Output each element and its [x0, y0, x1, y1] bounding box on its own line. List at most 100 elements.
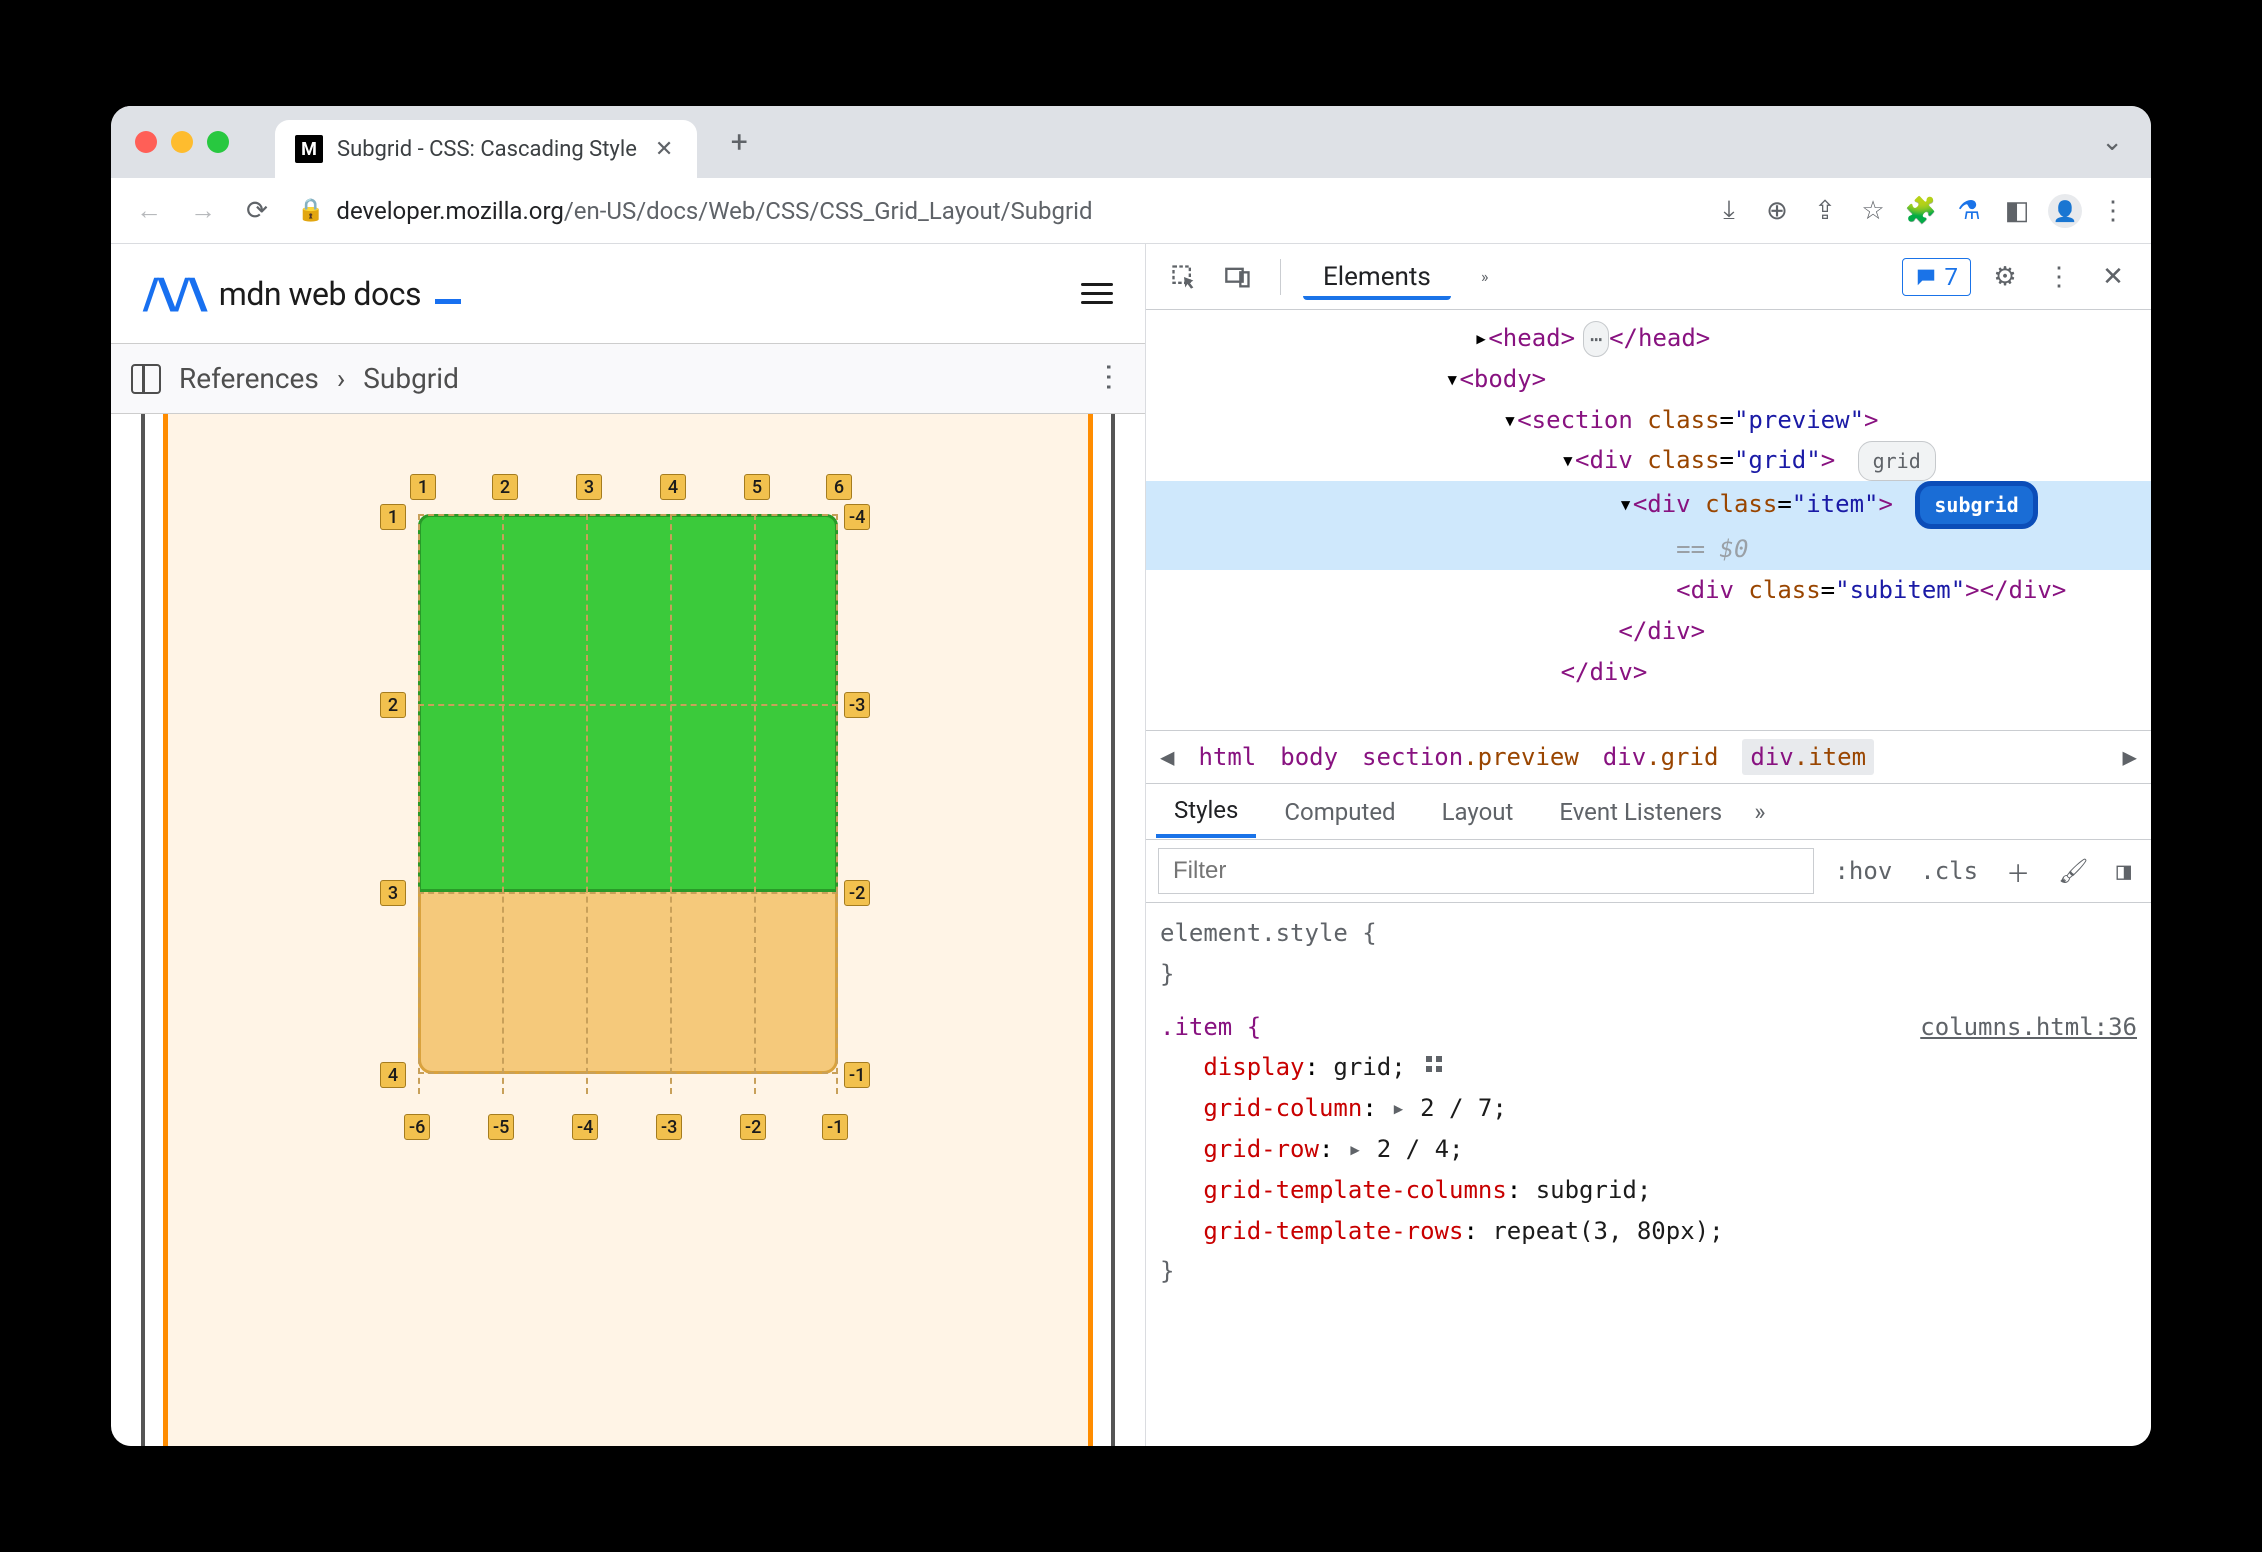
crumb-body[interactable]: body [1280, 743, 1338, 771]
share-icon[interactable]: ⇪ [1803, 189, 1847, 233]
url-text: developer.mozilla.org/en-US/docs/Web/CSS… [336, 197, 1092, 225]
bookmark-star-icon[interactable]: ☆ [1851, 189, 1895, 233]
styles-panel-tabs: Styles Computed Layout Event Listeners » [1146, 784, 2151, 840]
dock-side-icon[interactable]: ◨ [2109, 857, 2139, 885]
side-panel-icon[interactable]: ◧ [1995, 189, 2039, 233]
more-tabs-chevron-icon[interactable]: » [1754, 798, 1765, 826]
crumb-grid[interactable]: div.grid [1603, 743, 1719, 771]
eq0-label: == $0 [1676, 535, 1748, 563]
chevron-right-icon: › [337, 362, 345, 395]
minimize-window-icon[interactable] [171, 131, 193, 153]
close-tab-button[interactable]: ✕ [651, 137, 677, 162]
crumb-html[interactable]: html [1198, 743, 1256, 771]
reload-button[interactable]: ⟳ [235, 189, 279, 233]
mdn-breadcrumb: References › Subgrid ⋯ [111, 344, 1145, 414]
mdn-page: /\/\ mdn web docs References › Subgrid ⋯ [111, 244, 1146, 1446]
rule-selector: .item { [1160, 1013, 1261, 1041]
new-tab-button[interactable]: + [719, 125, 759, 160]
grid-swatch-icon[interactable] [1426, 1056, 1448, 1078]
crumb-section[interactable]: section.preview [1362, 743, 1579, 771]
device-toggle-icon[interactable] [1218, 257, 1258, 297]
lock-icon: 🔒 [297, 198, 324, 223]
titlebar: M Subgrid - CSS: Cascading Style ✕ + ⌄ [111, 106, 2151, 178]
col-neg-label: -5 [488, 1114, 514, 1140]
col-neg-label: -2 [740, 1114, 766, 1140]
breadcrumb-ref[interactable]: References [179, 362, 319, 395]
chat-icon [1915, 266, 1937, 288]
menu-burger-icon[interactable] [1081, 283, 1113, 304]
back-button[interactable]: ← [127, 189, 171, 233]
row-neg-label: -2 [844, 880, 870, 906]
breadcrumb-current: Subgrid [363, 362, 459, 395]
row-neg-label: -1 [844, 1062, 870, 1088]
browser-toolbar: ← → ⟳ 🔒 developer.mozilla.org/en-US/docs… [111, 178, 2151, 244]
crumb-item[interactable]: div.item [1742, 739, 1874, 775]
col-label: 1 [410, 474, 436, 500]
styles-filter-bar: :hov .cls ＋ 🖌 ◨ [1146, 840, 2151, 903]
forward-button[interactable]: → [181, 189, 225, 233]
devtools-toolbar: Elements » 7 ⚙ ⋮ ✕ [1146, 244, 2151, 310]
new-style-button[interactable]: ＋ [1998, 854, 2038, 889]
toolbar-right: ⤓ ⊕ ⇪ ☆ 🧩 ⚗ ◧ 👤 ⋮ [1707, 189, 2135, 233]
rule-source-link[interactable]: columns.html:36 [1920, 1007, 2137, 1048]
mdn-logo-icon: /\/\ [143, 268, 205, 320]
more-kebab-icon[interactable]: ⋯ [1091, 362, 1126, 395]
inspect-icon[interactable] [1164, 257, 1204, 297]
bc-left-arrow-icon[interactable]: ◀ [1160, 743, 1174, 771]
devtools-kebab-icon[interactable]: ⋮ [2039, 262, 2079, 292]
paint-icon[interactable]: 🖌 [2050, 857, 2096, 885]
cls-button[interactable]: .cls [1912, 857, 1986, 885]
zoom-window-icon[interactable] [207, 131, 229, 153]
mdn-logo[interactable]: /\/\ mdn web docs [143, 268, 461, 320]
address-bar[interactable]: 🔒 developer.mozilla.org/en-US/docs/Web/C… [289, 197, 1697, 225]
grid-subitem-box [418, 514, 838, 892]
col-neg-label: -4 [572, 1114, 598, 1140]
close-window-icon[interactable] [135, 131, 157, 153]
settings-gear-icon[interactable]: ⚙ [1985, 262, 2025, 292]
browser-tab[interactable]: M Subgrid - CSS: Cascading Style ✕ [275, 120, 697, 178]
install-icon[interactable]: ⤓ [1707, 189, 1751, 233]
mdn-header: /\/\ mdn web docs [111, 244, 1145, 344]
close-devtools-button[interactable]: ✕ [2093, 262, 2133, 292]
mdn-cursor-icon [435, 299, 461, 304]
col-label: 6 [826, 474, 852, 500]
tabs-dropdown-icon[interactable]: ⌄ [2101, 127, 2137, 157]
profile-avatar[interactable]: 👤 [2043, 189, 2087, 233]
content-split: /\/\ mdn web docs References › Subgrid ⋯ [111, 244, 2151, 1446]
subgrid-pill[interactable]: subgrid [1915, 481, 2037, 529]
tab-computed[interactable]: Computed [1266, 788, 1413, 836]
divider [1280, 259, 1281, 295]
issues-badge[interactable]: 7 [1902, 258, 1972, 296]
zoom-icon[interactable]: ⊕ [1755, 189, 1799, 233]
col-label: 2 [492, 474, 518, 500]
styles-content[interactable]: element.style { } columns.html:36 .item … [1146, 903, 2151, 1446]
experiments-flask-icon[interactable]: ⚗ [1947, 189, 1991, 233]
devtools: Elements » 7 ⚙ ⋮ ✕ ▸<head>⋯</head> ▾<bod [1146, 244, 2151, 1446]
col-neg-label: -3 [656, 1114, 682, 1140]
row-label: 2 [380, 692, 406, 718]
row-label: 3 [380, 880, 406, 906]
tab-event-listeners[interactable]: Event Listeners [1541, 788, 1740, 836]
row-label: 4 [380, 1062, 406, 1088]
col-neg-label: -1 [822, 1114, 848, 1140]
tab-styles[interactable]: Styles [1156, 786, 1256, 838]
window-controls [125, 131, 239, 153]
col-label: 3 [576, 474, 602, 500]
extensions-puzzle-icon[interactable]: 🧩 [1899, 189, 1943, 233]
grid-pill[interactable]: grid [1858, 441, 1936, 481]
sidebar-toggle-icon[interactable] [131, 364, 161, 394]
panel-tab-elements[interactable]: Elements [1303, 254, 1451, 300]
more-panels-chevron-icon[interactable]: » [1465, 257, 1505, 297]
mdn-logo-text: mdn web docs [219, 275, 421, 313]
selected-dom-row[interactable]: ▾<div class="item"> subgrid [1146, 481, 2151, 529]
tab-layout[interactable]: Layout [1424, 788, 1532, 836]
dom-tree[interactable]: ▸<head>⋯</head> ▾<body> ▾<section class=… [1146, 310, 2151, 730]
browser-window: M Subgrid - CSS: Cascading Style ✕ + ⌄ ←… [111, 106, 2151, 1446]
styles-filter-input[interactable] [1158, 848, 1814, 894]
bc-right-arrow-icon[interactable]: ▶ [2123, 743, 2137, 771]
grid-preview: 1 2 3 4 5 6 -6 -5 -4 -3 -2 -1 [163, 414, 1093, 1446]
issues-count: 7 [1945, 263, 1959, 291]
kebab-menu-icon[interactable]: ⋮ [2091, 189, 2135, 233]
col-neg-label: -6 [404, 1114, 430, 1140]
hov-button[interactable]: :hov [1826, 857, 1900, 885]
